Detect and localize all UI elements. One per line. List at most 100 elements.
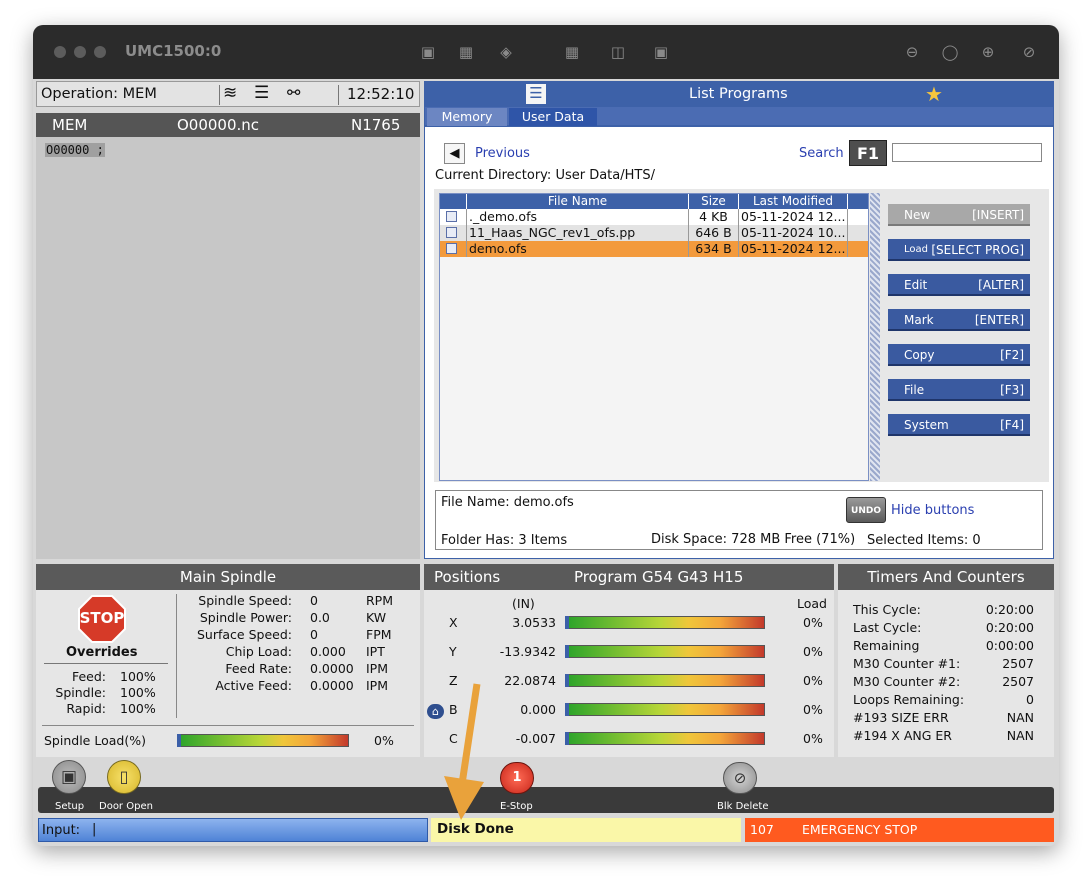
previous-link[interactable]: Previous <box>475 146 530 161</box>
spindle-stat-label: Chip Load: <box>225 644 292 659</box>
column-file-name[interactable]: File Name <box>466 194 688 209</box>
title-bar: UMC1500:0 ▣ ▦ ◈ ▦ ◫ ▣ ⊖ ◯ ⊕ ⊘ <box>33 25 1059 79</box>
override-value: 100% <box>120 701 156 716</box>
row-file-name: demo.ofs <box>466 241 687 257</box>
favorite-star-icon[interactable]: ★ <box>925 82 943 106</box>
input-field[interactable]: Input: | <box>38 818 428 842</box>
softkey-system[interactable]: System [F4] <box>888 414 1030 436</box>
axis-load-indicator <box>565 732 569 745</box>
override-value: 100% <box>120 685 156 700</box>
softkey-shortcut: [INSERT] <box>972 208 1024 222</box>
row-modified: 05-11-2024 10... <box>738 225 848 241</box>
pointer-icon[interactable]: ▣ <box>417 41 439 63</box>
menu-icon[interactable]: ☰ <box>526 84 546 104</box>
operation-mode: Operation: MEM <box>41 86 157 102</box>
layers-icon[interactable]: ◈ <box>495 41 517 63</box>
softkey-copy[interactable]: Copy [F2] <box>888 344 1030 366</box>
tab-user-data[interactable]: User Data <box>509 108 597 126</box>
axis-position: 3.0533 <box>512 615 556 630</box>
spindle-stat-label: Spindle Speed: <box>198 593 292 608</box>
program-editor[interactable]: O00000 ; <box>36 137 420 559</box>
alarm-bar[interactable]: 107 EMERGENCY STOP <box>745 818 1054 842</box>
setup-label: Setup <box>55 801 85 812</box>
softkey-label: New <box>904 208 931 222</box>
row-file-name: 11_Haas_NGC_rev1_ofs.pp <box>466 225 687 241</box>
previous-arrow-icon[interactable]: ◀ <box>444 143 465 164</box>
hide-buttons-link[interactable]: Hide buttons <box>891 503 974 518</box>
row-checkbox[interactable] <box>446 227 457 238</box>
timer-label: Remaining <box>853 638 920 653</box>
softkey-mark[interactable]: Mark [ENTER] <box>888 309 1030 331</box>
door-open-icon[interactable]: ▯ <box>107 760 141 794</box>
softkey-edit[interactable]: Edit [ALTER] <box>888 274 1030 296</box>
zoom-window-button[interactable] <box>94 46 106 58</box>
undo-button[interactable]: UNDO <box>846 497 886 523</box>
row-size: 634 B <box>688 241 738 257</box>
axis-load-value: 0% <box>803 702 823 717</box>
current-directory: Current Directory: User Data/HTS/ <box>435 168 655 183</box>
spindle-stat-label: Spindle Power: <box>199 610 292 625</box>
column-last-modified[interactable]: Last Modified <box>738 194 848 209</box>
split-view-icon[interactable]: ◫ <box>607 41 629 63</box>
panel-icon[interactable]: ▣ <box>650 41 672 63</box>
softkey-label: File <box>904 383 925 397</box>
table-row[interactable]: ._demo.ofs 4 KB 05-11-2024 12... <box>440 209 868 225</box>
softkey-file[interactable]: File [F3] <box>888 379 1030 401</box>
file-browser: File Name Size Last Modified ._demo.ofs 4… <box>434 189 1049 482</box>
column-size[interactable]: Size <box>688 194 738 209</box>
timer-label: #193 SIZE ERR <box>853 710 949 725</box>
softkey-shortcut: [SELECT PROG] <box>931 243 1024 257</box>
table-row[interactable]: 11_Haas_NGC_rev1_ofs.pp 646 B 05-11-2024 1… <box>440 225 868 241</box>
close-window-button[interactable] <box>54 46 66 58</box>
stop-sign-icon: STOP <box>78 595 126 643</box>
softkey-label: Load <box>904 244 928 255</box>
image-icon[interactable]: ▦ <box>455 41 477 63</box>
selected-items: Selected Items: 0 <box>867 533 981 548</box>
spindle-header: Main Spindle <box>36 564 420 590</box>
timer-value: 2507 <box>1002 656 1034 671</box>
minimize-window-button[interactable] <box>74 46 86 58</box>
axis-load-value: 0% <box>803 673 823 688</box>
softkey-label: Edit <box>904 278 928 292</box>
row-modified: 05-11-2024 12... <box>738 209 848 225</box>
override-value: 100% <box>120 669 156 684</box>
overrides-label: Overrides <box>66 645 138 660</box>
timer-label: Loops Remaining: <box>853 692 965 707</box>
tab-memory[interactable]: Memory <box>427 108 507 126</box>
estop-icon[interactable]: 1 <box>500 762 534 794</box>
axis-load-value: 0% <box>803 644 823 659</box>
search-f1-key[interactable]: F1 <box>849 140 887 166</box>
zoom-in-icon[interactable]: ⊕ <box>977 41 999 63</box>
setup-lock-icon[interactable]: ▣ <box>52 760 86 794</box>
axis-name: X <box>449 615 458 630</box>
axis-load-bar <box>565 732 765 745</box>
spindle-stat-value: 0.000 <box>310 644 346 659</box>
annotation-arrow-icon <box>444 683 484 820</box>
grid-icon[interactable]: ▦ <box>561 41 583 63</box>
axis-name: Y <box>449 644 457 659</box>
zoom-out-icon[interactable]: ⊖ <box>901 41 923 63</box>
program-line: N1765 <box>351 116 401 134</box>
spindle-stat-value: 0.0 <box>310 610 330 625</box>
selected-file-name: File Name: demo.ofs <box>441 495 574 510</box>
softkey-label: Mark <box>904 313 934 327</box>
row-checkbox[interactable] <box>446 243 457 254</box>
zoom-reset-icon[interactable]: ◯ <box>939 41 961 63</box>
softkey-label: Copy <box>904 348 935 362</box>
softkey-shortcut: [ENTER] <box>974 313 1024 327</box>
search-input[interactable] <box>892 143 1042 162</box>
timer-value: 0:20:00 <box>985 620 1034 635</box>
block-delete-icon[interactable]: ⊘ <box>723 762 757 794</box>
zoom-fit-icon[interactable]: ⊘ <box>1018 41 1040 63</box>
row-checkbox[interactable] <box>446 211 457 222</box>
table-header: File Name Size Last Modified <box>440 194 868 209</box>
load-header: Load <box>797 596 827 611</box>
usb-icon: ⚯ <box>287 83 301 102</box>
spindle-stat-label: Feed Rate: <box>225 661 292 676</box>
spindle-load-label: Spindle Load(%) <box>44 733 146 748</box>
softkey-load[interactable]: Load [SELECT PROG] <box>888 239 1030 261</box>
table-row[interactable]: demo.ofs 634 B 05-11-2024 12... <box>440 241 868 257</box>
table-scrollbar[interactable] <box>870 193 880 481</box>
spindle-stat-unit: FPM <box>366 627 392 642</box>
softkey-new[interactable]: New [INSERT] <box>888 204 1030 226</box>
